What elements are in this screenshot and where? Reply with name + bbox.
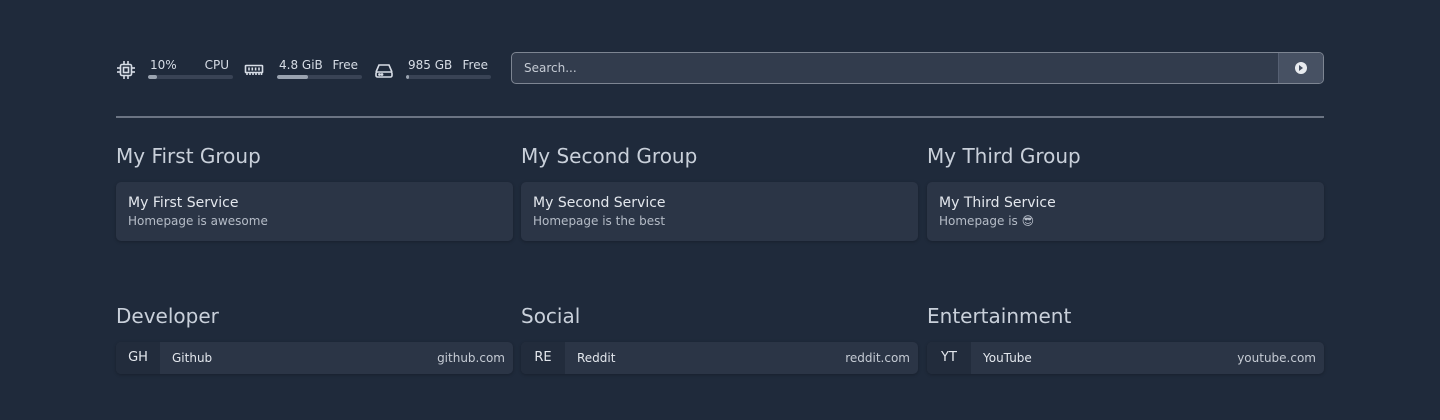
service-group-title: My Third Group — [927, 144, 1081, 168]
disk-usage-bar — [406, 75, 491, 79]
disk-label: Free — [462, 58, 488, 72]
service-name: My Second Service — [533, 195, 666, 211]
header-bar: 10% CPU 4.8 GiB Free 985 GB Free Search.… — [116, 52, 1324, 84]
memory-widget: 4.8 GiB Free — [244, 56, 362, 82]
bookmark-group-title: Social — [521, 304, 581, 328]
cpu-usage-bar — [148, 75, 233, 79]
bookmark-abbreviation: YT — [927, 342, 971, 374]
bookmark-abbreviation: GH — [116, 342, 160, 374]
bookmark-group-title: Entertainment — [927, 304, 1072, 328]
bookmark-url: reddit.com — [845, 351, 910, 365]
memory-label: Free — [332, 58, 358, 72]
memory-usage-fill — [277, 75, 308, 79]
bookmark-url: github.com — [437, 351, 505, 365]
service-card[interactable]: My First Service Homepage is awesome — [116, 182, 513, 241]
bookmark-link[interactable]: RE Reddit reddit.com — [521, 342, 918, 374]
service-name: My Third Service — [939, 195, 1056, 211]
search-provider-button[interactable] — [1278, 53, 1323, 83]
disk-usage-fill — [406, 75, 409, 79]
service-description: Homepage is awesome — [128, 214, 268, 228]
service-card[interactable]: My Second Service Homepage is the best — [521, 182, 918, 241]
service-name: My First Service — [128, 195, 239, 211]
service-group-title: My First Group — [116, 144, 261, 168]
service-description: Homepage is 😎 — [939, 214, 1035, 228]
disk-widget: 985 GB Free — [374, 56, 492, 82]
cpu-icon — [116, 60, 136, 80]
bookmark-url: youtube.com — [1237, 351, 1316, 365]
cpu-widget: 10% CPU — [116, 56, 234, 82]
bookmark-name: YouTube — [983, 351, 1032, 365]
cpu-label: CPU — [204, 58, 229, 72]
search-input[interactable] — [512, 53, 1279, 83]
memory-icon — [244, 60, 264, 80]
bookmark-abbreviation: RE — [521, 342, 565, 374]
disk-value: 985 GB — [408, 58, 453, 72]
bookmark-name: Github — [172, 351, 213, 365]
cpu-usage-fill — [148, 75, 157, 79]
disk-icon — [374, 60, 394, 80]
search-box — [511, 52, 1324, 84]
service-group-title: My Second Group — [521, 144, 698, 168]
memory-usage-bar — [277, 75, 362, 79]
service-card[interactable]: My Third Service Homepage is 😎 — [927, 182, 1324, 241]
bookmark-group-title: Developer — [116, 304, 219, 328]
bookmark-name: Reddit — [577, 351, 616, 365]
bookmark-link[interactable]: YT YouTube youtube.com — [927, 342, 1324, 374]
header-divider — [116, 116, 1324, 118]
search-provider-icon — [1295, 62, 1307, 74]
bookmark-link[interactable]: GH Github github.com — [116, 342, 513, 374]
service-description: Homepage is the best — [533, 214, 666, 228]
cpu-value: 10% — [150, 58, 177, 72]
memory-value: 4.8 GiB — [279, 58, 323, 72]
